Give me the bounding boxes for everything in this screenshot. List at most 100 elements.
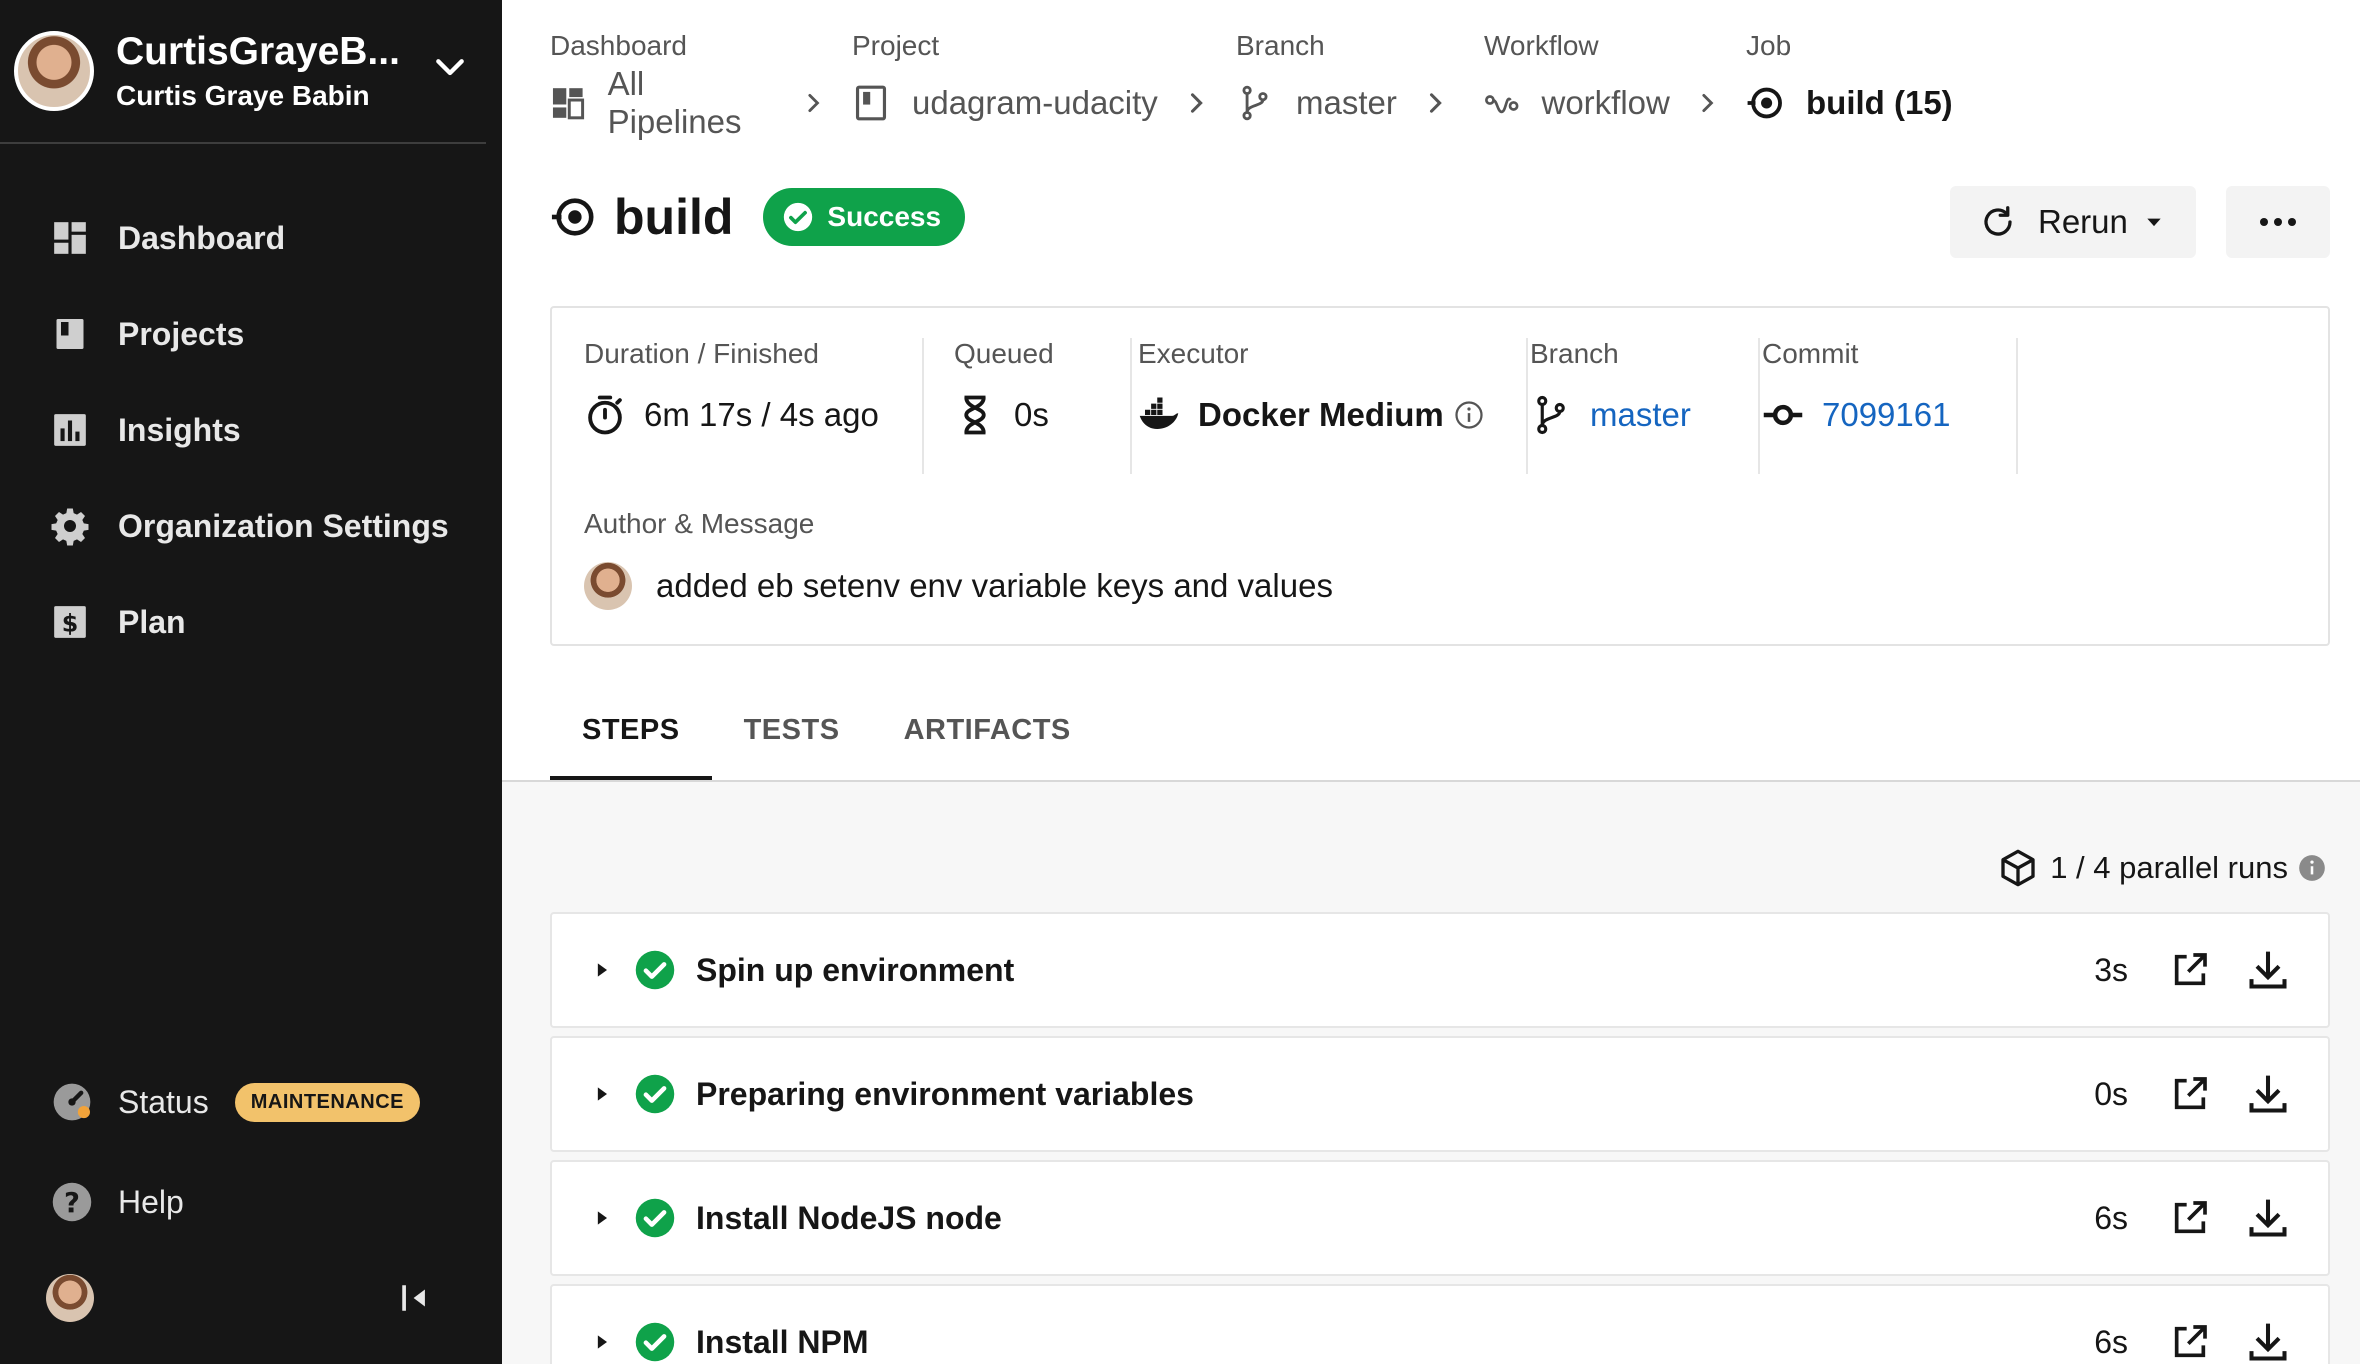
help-link[interactable]: ? Help <box>50 1180 184 1224</box>
download-icon[interactable] <box>2246 1196 2290 1240</box>
job-icon <box>551 198 594 236</box>
duration-value-row: 6m 17s / 4s ago <box>584 394 922 436</box>
download-icon[interactable] <box>2246 1320 2290 1364</box>
tab-steps[interactable]: STEPS <box>550 702 712 782</box>
download-icon[interactable] <box>2246 1072 2290 1116</box>
breadcrumb-project: Project udagram-udacity <box>852 30 1210 126</box>
status-label: Status <box>118 1083 209 1120</box>
breadcrumb-dashboard: Dashboard All Pipelines <box>550 30 826 140</box>
breadcrumb-all-pipelines[interactable]: All Pipelines <box>550 65 826 140</box>
sidebar-item-label: Organization Settings <box>118 507 449 544</box>
open-external-icon[interactable] <box>2170 1198 2210 1238</box>
step-row[interactable]: Install NPM 6s <box>550 1284 2330 1364</box>
rerun-button[interactable]: Rerun <box>1950 186 2196 258</box>
breadcrumb-job: Job build (15) <box>1746 30 1953 126</box>
book-icon <box>855 85 887 121</box>
cube-icon <box>2001 849 2035 887</box>
breadcrumb-label: Workflow <box>1484 30 1599 61</box>
breadcrumb-branch-link[interactable]: master <box>1236 80 1458 126</box>
breadcrumb: Dashboard All Pipelines Project udagram-… <box>550 30 1979 140</box>
tab-artifacts[interactable]: ARTIFACTS <box>872 702 1103 782</box>
commit-value: 7099161 <box>1822 396 1951 433</box>
page-title: build <box>614 189 734 245</box>
executor-value-row: Docker Medium <box>1138 394 1526 436</box>
branch-icon <box>1242 85 1268 121</box>
sidebar-item-dashboard[interactable]: Dashboard <box>0 190 502 286</box>
step-duration: 0s <box>2094 1075 2128 1112</box>
parallel-runs-selector[interactable]: 1 / 4 parallel runs <box>1998 848 2326 888</box>
commit-label: Commit <box>1762 338 1859 369</box>
svg-text:$: $ <box>62 610 79 638</box>
docker-icon <box>1139 397 1179 429</box>
executor-section: Executor Docker Medium <box>1134 338 1528 474</box>
breadcrumb-value: build (15) <box>1806 84 1953 121</box>
svg-text:?: ? <box>64 1187 80 1219</box>
job-info-card: Duration / Finished 6m 17s / 4s ago Queu… <box>550 306 2330 646</box>
breadcrumb-value: workflow <box>1541 84 1670 121</box>
step-name: Spin up environment <box>696 951 1015 988</box>
more-options-button[interactable] <box>2226 186 2330 258</box>
refresh-icon <box>1984 206 2012 236</box>
help-label: Help <box>118 1183 184 1220</box>
executor-value: Docker Medium <box>1198 396 1444 433</box>
sidebar-item-organization-settings[interactable]: Organization Settings <box>0 478 502 574</box>
expand-triangle-icon[interactable] <box>592 1208 612 1228</box>
expand-triangle-icon[interactable] <box>592 1332 612 1352</box>
collapse-sidebar-icon[interactable] <box>398 1280 432 1316</box>
open-external-icon[interactable] <box>2170 1322 2210 1362</box>
sidebar-item-label: Insights <box>118 411 241 448</box>
download-icon[interactable] <box>2246 948 2290 992</box>
chevron-down-icon[interactable] <box>430 48 470 88</box>
gear-icon <box>51 508 89 546</box>
executor-label: Executor <box>1138 338 1249 369</box>
breadcrumb-label: Dashboard <box>550 30 687 61</box>
chevron-right-icon <box>1429 93 1442 113</box>
chevron-right-icon <box>1190 93 1203 113</box>
step-row[interactable]: Spin up environment 3s <box>550 912 2330 1028</box>
sidebar-item-label: Dashboard <box>118 219 286 256</box>
step-name: Install NodeJS node <box>696 1199 1002 1236</box>
step-row[interactable]: Preparing environment variables 0s <box>550 1036 2330 1152</box>
hourglass-icon <box>964 395 986 435</box>
status-badge-label: Success <box>827 201 942 232</box>
check-circle-icon <box>635 950 675 990</box>
info-icon[interactable] <box>2298 854 2326 882</box>
breadcrumb-workflow-link[interactable]: workflow <box>1484 80 1720 126</box>
duration-section: Duration / Finished 6m 17s / 4s ago <box>584 338 924 474</box>
branch-link[interactable]: master <box>1530 394 1758 436</box>
status-link[interactable]: Status MAINTENANCE <box>50 1080 420 1124</box>
sidebar-item-plan[interactable]: $ Plan <box>0 574 502 670</box>
user-avatar[interactable] <box>46 1274 94 1322</box>
commit-icon <box>1763 404 1803 426</box>
step-row[interactable]: Install NodeJS node 6s <box>550 1160 2330 1276</box>
breadcrumb-value: All Pipelines <box>607 65 742 140</box>
open-external-icon[interactable] <box>2170 950 2210 990</box>
insights-icon <box>54 414 86 446</box>
check-circle-icon <box>635 1322 675 1362</box>
status-badge: Success <box>763 188 966 246</box>
tab-tests[interactable]: TESTS <box>712 702 872 782</box>
author-avatar <box>584 562 632 610</box>
expand-triangle-icon[interactable] <box>592 1084 612 1104</box>
sidebar-item-projects[interactable]: Projects <box>0 286 502 382</box>
status-badge: MAINTENANCE <box>234 1082 420 1122</box>
open-external-icon[interactable] <box>2170 1074 2210 1114</box>
sidebar-item-insights[interactable]: Insights <box>0 382 502 478</box>
author-message-row: added eb setenv env variable keys and va… <box>584 562 1333 610</box>
commit-message: added eb setenv env variable keys and va… <box>656 567 1333 604</box>
breadcrumb-label: Job <box>1746 30 1792 61</box>
check-circle-icon <box>635 1198 675 1238</box>
org-switcher[interactable]: CurtisGrayeB... Curtis Graye Babin <box>0 0 486 144</box>
expand-triangle-icon[interactable] <box>592 960 612 980</box>
breadcrumb-project-link[interactable]: udagram-udacity <box>852 80 1210 126</box>
caret-down-icon <box>2147 218 2161 227</box>
commit-link[interactable]: 7099161 <box>1762 394 2016 436</box>
dashboard-icon <box>54 222 86 254</box>
info-icon[interactable] <box>1454 400 1484 430</box>
breadcrumb-job-current: build (15) <box>1746 80 1953 126</box>
breadcrumb-label: Branch <box>1236 30 1325 61</box>
check-circle-icon <box>635 1074 675 1114</box>
breadcrumb-value: udagram-udacity <box>912 84 1158 121</box>
chevron-right-icon <box>808 93 820 113</box>
sidebar-item-label: Plan <box>118 603 186 640</box>
